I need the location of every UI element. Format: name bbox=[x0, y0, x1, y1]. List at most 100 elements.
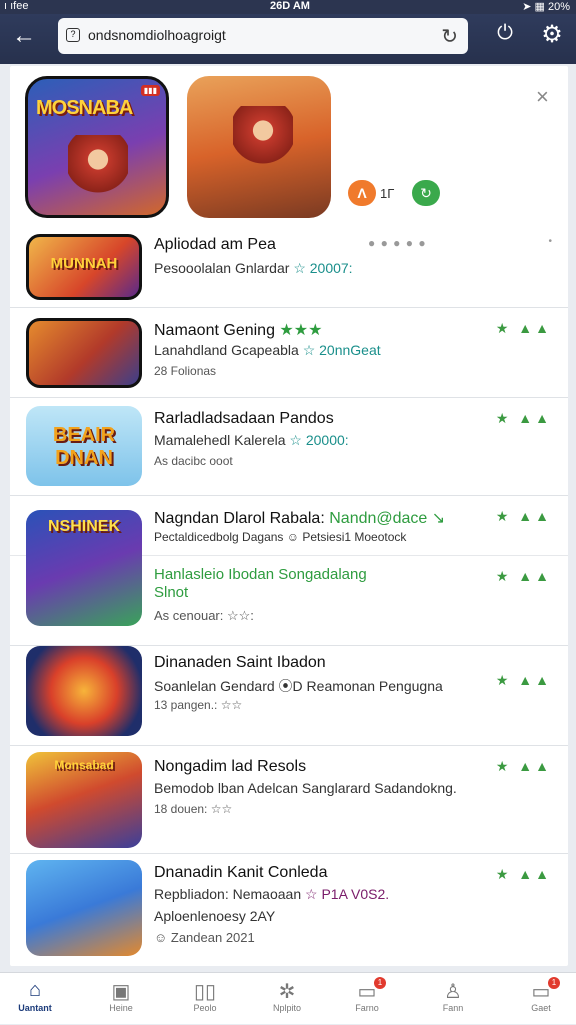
install-badge-icon[interactable]: ★ ▲▲ bbox=[496, 508, 552, 525]
app-stars: ★★★ bbox=[279, 322, 323, 339]
nav-label: Nplpito bbox=[272, 1003, 301, 1013]
app-rating: ☆ 20007: bbox=[293, 260, 353, 276]
list-item[interactable]: MUNNAH Apliodad am Pea ● ● ● ● ● • Pesoo… bbox=[10, 226, 568, 308]
featured-artwork bbox=[68, 135, 128, 205]
app-subtitle: Pectaldicedbolg Dagans ☺ Petsiesi1 Moeot… bbox=[154, 530, 406, 544]
nav-label: Peolo bbox=[193, 1003, 217, 1013]
list-item[interactable]: BEAIR DNAN Rarladladsadaan Pandos ★ ▲▲ M… bbox=[10, 398, 568, 496]
app-developer: Pectaldicedbolg Dagans bbox=[154, 530, 284, 544]
app-rating: ☺ Petsiesi1 Moeotock bbox=[286, 530, 407, 544]
battery-indicator: ➤ ▦ 20% bbox=[522, 1, 570, 13]
install-badge-icon[interactable]: ★ ▲▲ bbox=[496, 672, 552, 689]
page-info-icon[interactable]: ? bbox=[66, 28, 80, 42]
nav-tab-2[interactable]: ▣ Heine bbox=[86, 973, 156, 1025]
share-icon[interactable]: ↻ bbox=[412, 180, 440, 206]
nav-tab-3[interactable]: ▯▯ Peolo bbox=[170, 973, 240, 1025]
featured-tag: ▮▮▮ bbox=[140, 85, 160, 96]
app-developer: Soanlelan Gendard bbox=[154, 678, 275, 694]
person-icon: ♙ bbox=[444, 981, 462, 1003]
notification-badge: 1 bbox=[374, 977, 386, 989]
chat-icon: ▭ bbox=[531, 981, 551, 1003]
home-icon: ⌂ bbox=[28, 979, 42, 1001]
app-rating: ☆ 20nnGeat bbox=[302, 342, 381, 358]
app-subtitle: Bemodob lban Adelcan Sanglarard Sadandok… bbox=[154, 780, 457, 796]
nav-tab-5[interactable]: ▭ 1 Farno bbox=[332, 973, 402, 1025]
book-icon: ▯▯ bbox=[193, 981, 216, 1003]
promo-count: 1Г bbox=[380, 186, 395, 201]
install-badge-icon[interactable]: ★ ▲▲ bbox=[496, 320, 552, 337]
status-bar: ı ıfee 26D AM ➤ ▦ 20% bbox=[0, 0, 576, 14]
featured-game-tile[interactable]: ▮▮▮ MOSNABA bbox=[25, 76, 169, 218]
promo-badge-icon[interactable]: Λ bbox=[348, 180, 376, 206]
app-meta: ☺ Zandean 2021 bbox=[154, 930, 255, 945]
app-icon-label: NSHINEK bbox=[47, 518, 120, 535]
app-icon: BEAIR DNAN bbox=[26, 406, 142, 486]
app-version: ☆ P1A V0S2. bbox=[305, 886, 390, 902]
list-item[interactable]: Dnanadin Kanit Conleda ★ ▲▲ Repbliadon: … bbox=[10, 854, 568, 966]
app-name-line2: Slnot bbox=[154, 584, 189, 601]
inbox-icon: ▭ bbox=[357, 981, 377, 1003]
back-arrow-icon[interactable]: ← bbox=[10, 22, 38, 50]
image-icon: ▣ bbox=[111, 981, 131, 1003]
app-subtitle: Pesooolalan Gnlardar ☆ 20007: bbox=[154, 260, 353, 277]
signal-indicator: ı ıfee bbox=[4, 0, 29, 12]
more-icon[interactable]: • bbox=[548, 236, 552, 247]
list-item[interactable]: Monsabad Nongadim lad Resols ★ ▲▲ Bemodo… bbox=[10, 746, 568, 854]
install-badge-icon[interactable]: ★ ▲▲ bbox=[496, 568, 552, 585]
app-name: Nagndan Dlarol Rabala: Nandn@dace ↘ bbox=[154, 508, 445, 528]
url-text[interactable]: ondsnomdiolhoagroigt bbox=[88, 27, 226, 43]
nav-label: Heine bbox=[109, 1003, 133, 1013]
nav-label: Uantant bbox=[18, 1003, 52, 1013]
app-developer: Repbliadon: Nemaoaan bbox=[154, 886, 302, 902]
app-meta: 18 douen: ☆☆ bbox=[154, 802, 233, 816]
app-developer: Mamalehedl Kalerela bbox=[154, 432, 286, 448]
gear-icon[interactable]: ⚙ bbox=[538, 20, 566, 48]
install-badge-icon[interactable]: ★ ▲▲ bbox=[496, 758, 552, 775]
list-item[interactable]: Hanlasleio Ibodan Songadalang Slnot ★ ▲▲… bbox=[10, 556, 568, 646]
power-icon[interactable]: ⏻ bbox=[492, 22, 518, 48]
nav-label: Farno bbox=[355, 1003, 379, 1013]
app-subtitle: Soanlelan Gendard ⦿D Reamonan Pengugna bbox=[154, 676, 443, 696]
app-name: Dnanadin Kanit Conleda bbox=[154, 864, 328, 881]
nav-label: Gaet bbox=[531, 1003, 551, 1013]
featured-artwork-2 bbox=[233, 106, 293, 176]
nav-tab-home[interactable]: ⌂ Uantant bbox=[0, 973, 70, 1025]
globe-icon: ✲ bbox=[278, 981, 296, 1003]
list-item[interactable]: Dinanaden Saint Ibadon ★ ▲▲ Soanlelan Ge… bbox=[10, 646, 568, 746]
app-meta: 13 pangen.: ☆☆ bbox=[154, 698, 243, 712]
app-title: Nagndan Dlarol Rabala: bbox=[154, 510, 325, 527]
address-bar[interactable]: ? ondsnomdiolhoagroigt ↻ bbox=[58, 18, 468, 54]
app-rating: ☆ 20000: bbox=[289, 432, 349, 448]
app-subtitle: Repbliadon: Nemaoaan ☆ P1A V0S2. bbox=[154, 886, 389, 903]
nav-tab-6[interactable]: ♙ Fann bbox=[418, 973, 488, 1025]
nav-label: Fann bbox=[442, 1003, 464, 1013]
app-icon bbox=[26, 318, 142, 388]
list-item[interactable]: Namaont Gening ★★★ ★ ▲▲ Lanahdland Gcape… bbox=[10, 308, 568, 398]
app-list-panel: ▮▮▮ MOSNABA Λ 1Г ↻ × MUNNAH Apliodad am … bbox=[10, 66, 568, 966]
close-icon[interactable]: × bbox=[536, 84, 549, 110]
app-developer: Lanahdland Gcapeabla bbox=[154, 342, 299, 358]
reload-icon[interactable]: ↻ bbox=[441, 24, 458, 49]
install-badge-icon[interactable]: ★ ▲▲ bbox=[496, 410, 552, 427]
notification-badge: 1 bbox=[548, 977, 560, 989]
app-name: Hanlasleio Ibodan Songadalang bbox=[154, 566, 367, 583]
featured-title: MOSNABA bbox=[36, 97, 133, 119]
app-title: Namaont Gening bbox=[154, 322, 275, 339]
app-rating: ⦿D Reamonan Pengugna bbox=[278, 678, 443, 694]
app-tagline: Nandn@dace ↘ bbox=[329, 510, 446, 527]
app-subtitle: Mamalehedl Kalerela ☆ 20000: bbox=[154, 432, 349, 449]
app-icon bbox=[26, 646, 142, 736]
nav-tab-7[interactable]: ▭ 1 Gaet bbox=[506, 973, 576, 1025]
app-meta: As dacibc ooot bbox=[154, 454, 233, 468]
app-icon bbox=[26, 860, 142, 956]
nav-tab-4[interactable]: ✲ Nplpito bbox=[252, 973, 322, 1025]
bottom-navigation: ⌂ Uantant ▣ Heine ▯▯ Peolo ✲ Nplpito ▭ 1… bbox=[0, 972, 576, 1024]
app-name: Rarladladsadaan Pandos bbox=[154, 410, 334, 427]
install-badge-icon[interactable]: ★ ▲▲ bbox=[496, 866, 552, 883]
app-name: Namaont Gening ★★★ bbox=[154, 320, 322, 340]
app-developer: Pesooolalan Gnlardar bbox=[154, 260, 290, 276]
featured-game-tile-2[interactable] bbox=[187, 76, 331, 218]
app-subtitle-2: Aploenlenoesy 2AY bbox=[154, 908, 276, 924]
rating-dots: ● ● ● ● ● bbox=[368, 236, 427, 250]
app-meta: 28 Folionas bbox=[154, 364, 217, 378]
